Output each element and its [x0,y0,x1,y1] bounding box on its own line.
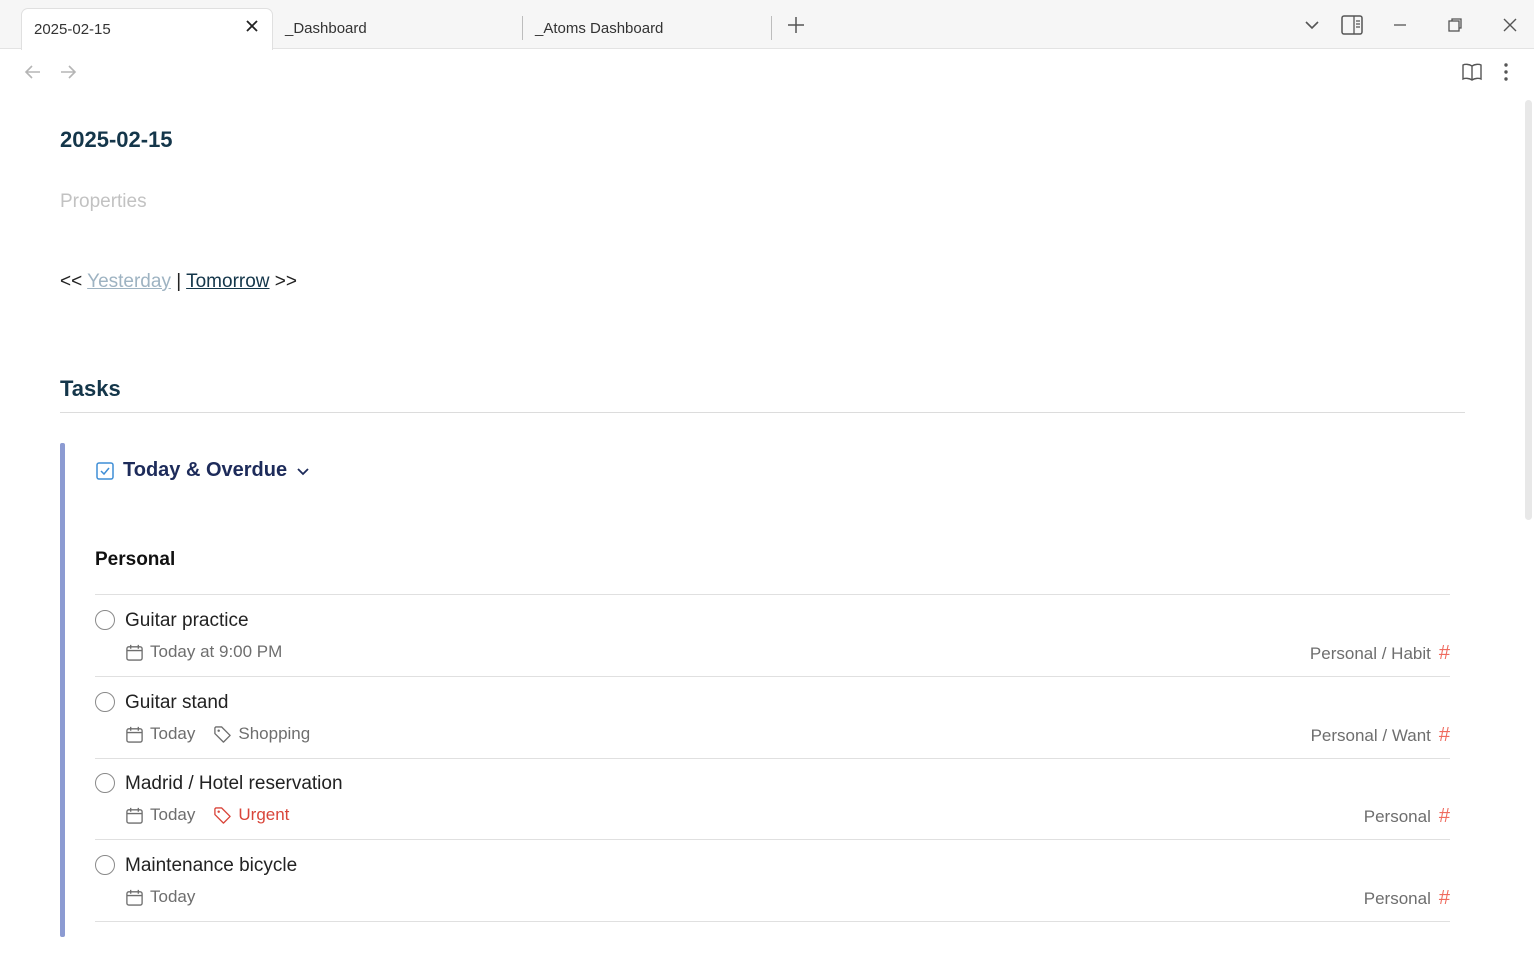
task-meta: Today [125,887,213,907]
tab-bar: 2025-02-15 _Dashboard _Atoms Dashboard [0,0,1534,50]
task-item: Guitar practice Today at 9:00 PM Persona… [95,595,1450,677]
tab-label: _Atoms Dashboard [535,20,664,37]
close-icon[interactable] [244,18,260,34]
hash-icon: # [1438,724,1450,746]
task-checkbox[interactable] [95,855,115,875]
tag-icon [214,725,232,743]
task-meta: Today Shopping [125,724,328,744]
reading-view-book-icon[interactable] [1461,61,1483,83]
day-navigation: << Yesterday | Tomorrow >> [60,271,297,293]
project-name: Personal [1363,888,1431,908]
plus-icon[interactable] [786,15,806,35]
task-project[interactable]: Personal # [1364,887,1450,910]
checkbox-icon [96,461,114,480]
group-title: Personal [95,549,176,570]
task-due-date[interactable]: Today at 9:00 PM [150,642,282,662]
task-due-date[interactable]: Today [150,805,195,825]
restore-icon[interactable] [1444,14,1466,36]
task-project[interactable]: Personal / Want # [1311,724,1450,747]
task-checkbox[interactable] [95,692,115,712]
task-name[interactable]: Guitar stand [125,692,229,714]
scrollbar[interactable] [1525,100,1532,520]
task-item: Guitar stand Today Shopping Personal / W… [95,677,1450,759]
sidebar-toggle-icon[interactable] [1341,14,1363,36]
calendar-icon [126,726,143,743]
task-due-date[interactable]: Today [150,724,195,744]
tab-list-chevron-down-icon[interactable] [1301,14,1323,36]
project-name: Personal / Want [1310,725,1431,745]
task-label-urgent[interactable]: Urgent [238,805,289,825]
forward-arrow-icon[interactable] [57,61,79,83]
task-name[interactable]: Guitar practice [125,610,249,632]
query-title[interactable]: Today & Overdue [95,459,311,482]
task-name[interactable]: Madrid / Hotel reservation [125,773,343,795]
task-item: Madrid / Hotel reservation Today Urgent … [95,758,1450,840]
task-due-date[interactable]: Today [150,887,195,907]
task-checkbox[interactable] [95,610,115,630]
urgent-tag-icon [214,806,232,824]
tab-atoms-dashboard[interactable]: _Atoms Dashboard [523,8,773,49]
calendar-icon [126,889,143,906]
query-title-label: Today & Overdue [123,459,288,481]
chevron-down-icon[interactable] [295,463,311,479]
project-name: Personal / Habit [1309,643,1431,663]
properties-label[interactable]: Properties [60,191,147,213]
calendar-icon [126,644,143,661]
task-project[interactable]: Personal # [1364,805,1450,828]
query-accent-bar [60,443,65,937]
nav-separator: | [176,271,182,292]
tab-label: 2025-02-15 [34,21,111,38]
hash-icon: # [1438,805,1450,827]
task-checkbox[interactable] [95,773,115,793]
yesterday-link[interactable]: Yesterday [87,271,171,292]
window-close-icon[interactable] [1499,14,1521,36]
heading-divider [60,412,1465,413]
task-name[interactable]: Maintenance bicycle [125,855,297,877]
page-title: 2025-02-15 [60,127,173,152]
back-arrow-icon[interactable] [22,61,44,83]
prev-arrows: << [60,271,83,292]
tomorrow-link[interactable]: Tomorrow [186,271,269,292]
project-name: Personal [1363,806,1431,826]
calendar-icon [126,807,143,824]
next-arrows: >> [274,271,297,292]
more-options-icon[interactable] [1495,61,1517,83]
task-item: Maintenance bicycle Today Personal # [95,840,1450,922]
task-label[interactable]: Shopping [238,724,310,744]
task-project[interactable]: Personal / Habit # [1310,642,1450,665]
tab-label: _Dashboard [285,20,367,37]
task-meta: Today at 9:00 PM [125,642,300,662]
hash-icon: # [1438,642,1450,664]
hash-icon: # [1438,887,1450,909]
tab-2025-02-15[interactable]: 2025-02-15 [21,8,273,50]
task-meta: Today Urgent [125,805,307,825]
tasks-heading: Tasks [60,376,121,401]
tab-dashboard[interactable]: _Dashboard [273,8,523,49]
tab-separator [771,16,772,40]
minimize-icon[interactable] [1389,14,1411,36]
